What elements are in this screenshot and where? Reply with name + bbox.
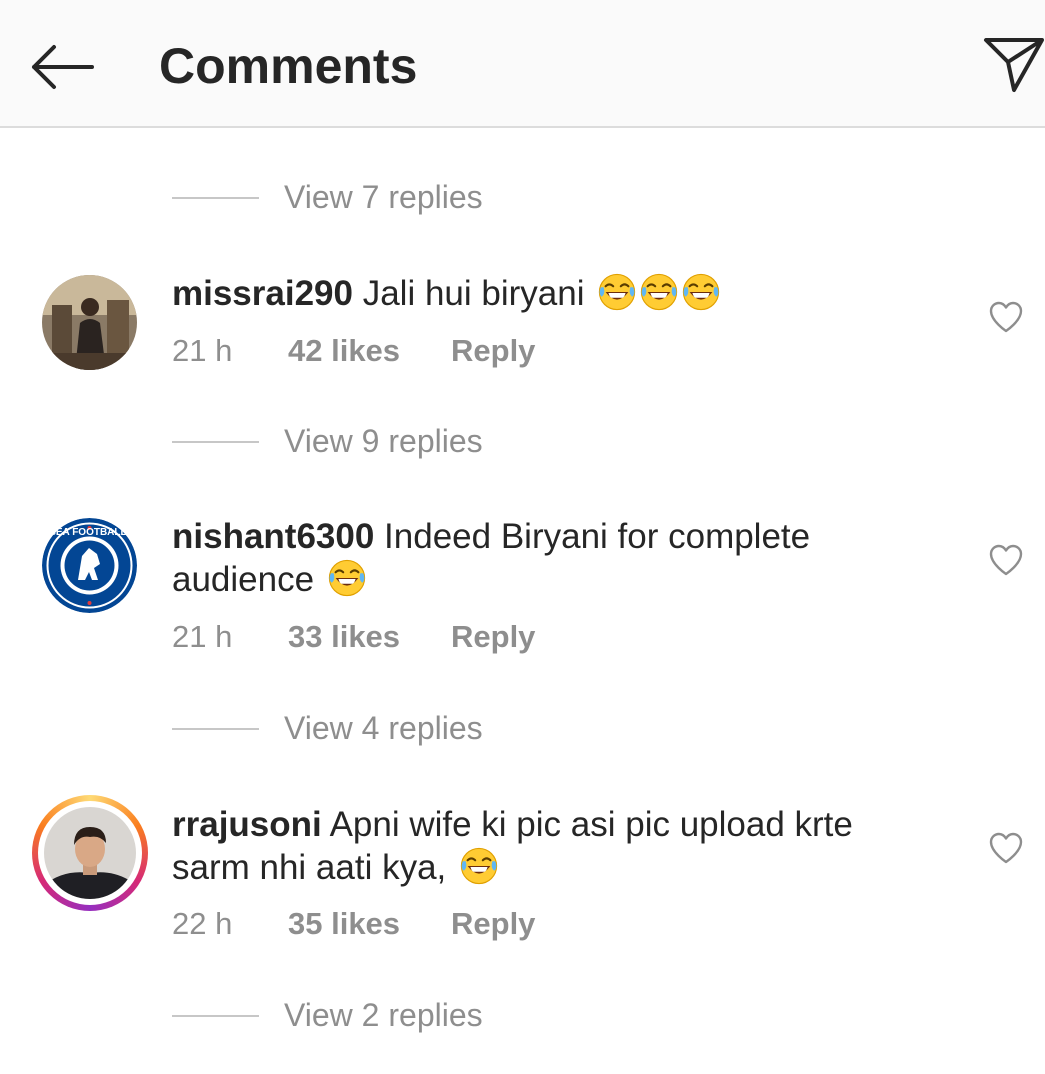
heart-icon[interactable] <box>988 831 1024 865</box>
timestamp: 21 h <box>172 619 233 654</box>
reply-button[interactable]: Reply <box>451 904 535 944</box>
view-replies-label: View 7 replies <box>284 179 483 215</box>
comment-text: nishant6300 Indeed Biryani for complete … <box>172 515 912 601</box>
heart-icon[interactable] <box>988 543 1024 577</box>
username[interactable]: nishant6300 <box>172 517 374 556</box>
badge-text: CHELSEA FOOTBALL CLUB <box>42 527 137 538</box>
comment-body: Jali hui biryani <box>362 274 585 313</box>
username[interactable]: rrajusoni <box>172 805 322 844</box>
arrow-left-icon <box>32 45 94 89</box>
avatar[interactable] <box>42 275 137 370</box>
face-with-tears-of-joy-icon <box>460 847 498 885</box>
face-with-tears-of-joy-icon <box>328 559 366 597</box>
user-photo <box>42 275 137 370</box>
reply-button[interactable]: Reply <box>451 331 535 371</box>
avatar[interactable]: CHELSEA FOOTBALL CLUB <box>42 518 137 613</box>
story-ring-avatar[interactable] <box>32 795 148 911</box>
view-replies-label: View 2 replies <box>284 997 483 1033</box>
heart-icon[interactable] <box>988 300 1024 334</box>
divider-line <box>172 197 259 199</box>
username[interactable]: missrai290 <box>172 274 353 313</box>
share-button[interactable] <box>980 34 1045 96</box>
likes-count[interactable]: 42 likes <box>288 331 400 371</box>
chelsea-badge-icon: CHELSEA FOOTBALL CLUB <box>42 518 137 613</box>
timestamp: 22 h <box>172 906 233 941</box>
likes-count[interactable]: 33 likes <box>288 617 400 657</box>
face-with-tears-of-joy-icon <box>598 273 636 311</box>
timestamp: 21 h <box>172 333 233 368</box>
face-with-tears-of-joy-icon <box>640 273 678 311</box>
page-title: Comments <box>159 38 418 94</box>
user-photo <box>44 807 136 899</box>
avatar <box>44 807 136 899</box>
likes-count[interactable]: 35 likes <box>288 904 400 944</box>
view-replies-label: View 4 replies <box>284 710 483 746</box>
divider-line <box>172 1015 259 1017</box>
comment-text: missrai290 Jali hui biryani <box>172 272 912 315</box>
reply-button[interactable]: Reply <box>451 617 535 657</box>
top-bar: Comments <box>0 0 1045 128</box>
view-replies-label: View 9 replies <box>284 423 483 459</box>
paper-plane-icon <box>984 38 1044 92</box>
face-with-tears-of-joy-icon <box>682 273 720 311</box>
back-button[interactable] <box>28 40 98 94</box>
divider-line <box>172 728 259 730</box>
comment-text: rrajusoni Apni wife ki pic asi pic uploa… <box>172 803 912 889</box>
divider-line <box>172 441 259 443</box>
